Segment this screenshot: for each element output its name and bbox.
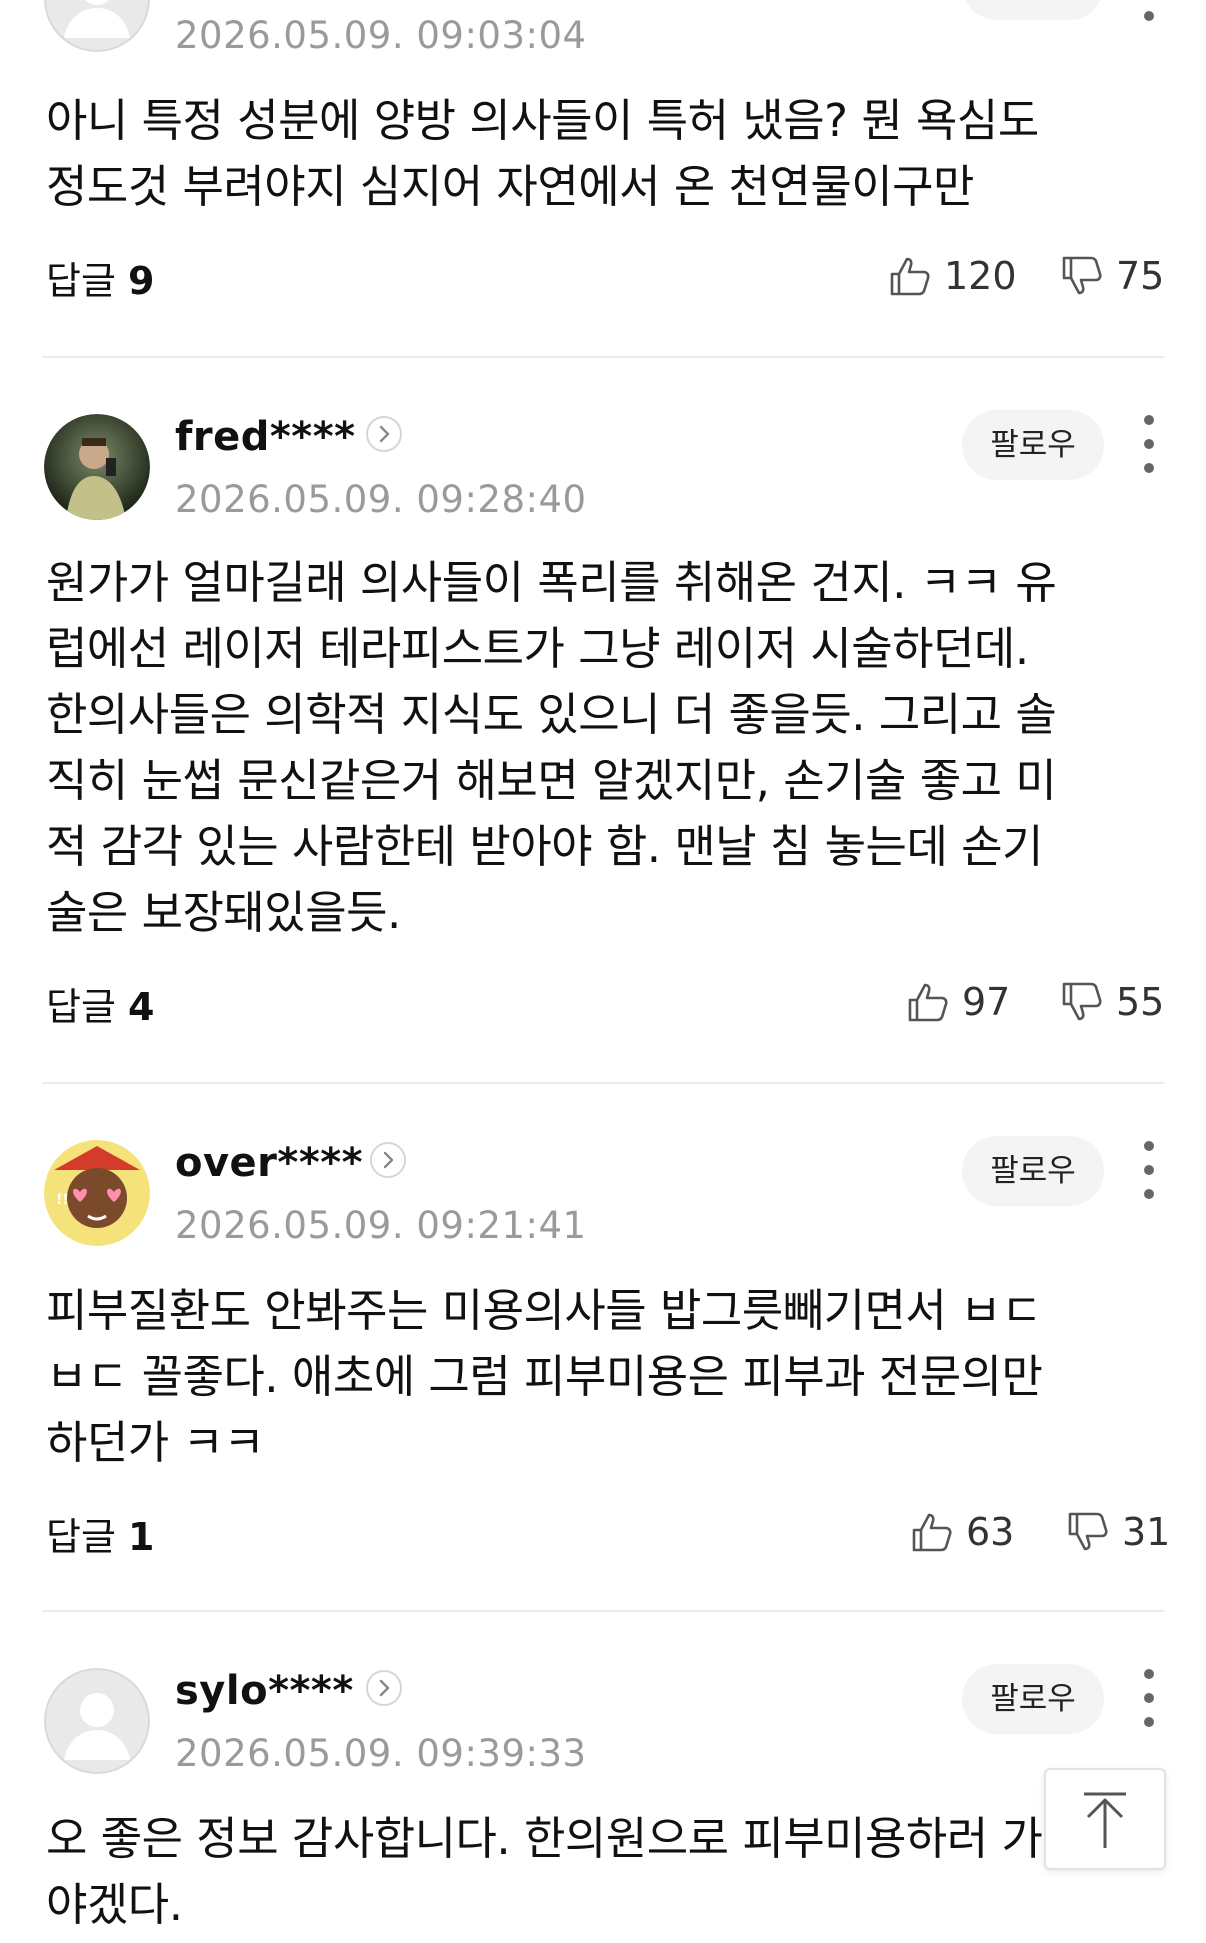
replies-button[interactable]: 답글 9: [46, 250, 154, 305]
dislike-button[interactable]: 55: [1060, 978, 1164, 1026]
like-count: 97: [962, 980, 1011, 1024]
replies-label: 답글: [46, 985, 116, 1029]
like-count: 63: [966, 1510, 1015, 1554]
replies-count: 4: [128, 985, 155, 1029]
avatar[interactable]: [44, 414, 150, 520]
thumbs-down-icon: [1068, 1512, 1108, 1551]
chevron-right-icon[interactable]: [366, 1670, 402, 1706]
like-count: 120: [944, 254, 1017, 298]
comment-text: 피부질환도 안봐주는 미용의사들 밥그릇빼기면서 ㅂㄷ ㅂㄷ 꼴좋다. 애초에 …: [46, 1284, 1043, 1469]
more-menu-icon[interactable]: [1134, 1666, 1164, 1730]
dislike-count: 55: [1116, 980, 1165, 1024]
comment-text: 아니 특정 성분에 양방 의사들이 특허 냈음? 뭔 욕심도 정도것 부려야지 …: [46, 94, 1039, 213]
replies-button[interactable]: 답글 4: [46, 976, 154, 1031]
comment-text: 오 좋은 정보 감사합니다. 한의원으로 피부미용하러 가 야겠다.: [46, 1812, 1043, 1931]
nickname[interactable]: sylo****: [175, 1668, 354, 1714]
nickname[interactable]: over****: [175, 1140, 363, 1186]
dislike-count: 31: [1122, 1510, 1171, 1554]
arrow-up-icon: [1084, 1792, 1126, 1848]
chevron-right-icon[interactable]: [366, 416, 402, 452]
dislike-button[interactable]: 75: [1060, 252, 1164, 300]
thumbs-down-icon: [1062, 982, 1102, 1021]
svg-text:!!: !!: [56, 1192, 69, 1208]
dislike-count: 75: [1116, 254, 1165, 298]
comment-date: 2026.05.09. 09:21:41: [175, 1204, 587, 1247]
divider: [42, 1082, 1164, 1084]
follow-button[interactable]: 팔로우: [962, 410, 1104, 480]
replies-count: 9: [128, 259, 155, 303]
follow-button[interactable]: 팔로우: [962, 1664, 1104, 1734]
chevron-right-icon[interactable]: [370, 1142, 406, 1178]
replies-label: 답글: [46, 259, 116, 303]
like-button[interactable]: 97: [906, 978, 1010, 1026]
comment-date: 2026.05.09. 09:28:40: [175, 478, 587, 521]
like-button[interactable]: 120: [888, 252, 1017, 300]
comment-date: 2026.05.09. 09:03:04: [175, 14, 587, 57]
comment-text: 원가가 얼마길래 의사들이 폭리를 취해온 건지. ㅋㅋ 유 럽에선 레이저 테…: [46, 556, 1057, 939]
avatar[interactable]: !!: [44, 1140, 150, 1246]
replies-label: 답글: [46, 1515, 116, 1559]
like-button[interactable]: 63: [910, 1508, 1014, 1556]
replies-count: 1: [128, 1515, 155, 1559]
dislike-button[interactable]: 31: [1066, 1508, 1170, 1556]
more-menu-icon[interactable]: [1134, 1138, 1164, 1202]
avatar[interactable]: [44, 0, 150, 52]
thumbs-up-icon: [912, 1513, 952, 1552]
divider: [42, 1610, 1164, 1612]
nickname[interactable]: fred****: [175, 414, 356, 460]
follow-button[interactable]: [962, 0, 1104, 20]
scroll-top-button[interactable]: [1044, 1768, 1166, 1870]
more-menu-icon[interactable]: [1134, 0, 1164, 24]
divider: [42, 356, 1164, 358]
replies-button[interactable]: 답글 1: [46, 1506, 154, 1561]
avatar[interactable]: [44, 1668, 150, 1774]
thumbs-up-icon: [890, 257, 930, 296]
thumbs-up-icon: [908, 983, 948, 1022]
follow-button[interactable]: 팔로우: [962, 1136, 1104, 1206]
comment-date: 2026.05.09. 09:39:33: [175, 1732, 587, 1775]
more-menu-icon[interactable]: [1134, 412, 1164, 476]
thumbs-down-icon: [1062, 256, 1102, 295]
